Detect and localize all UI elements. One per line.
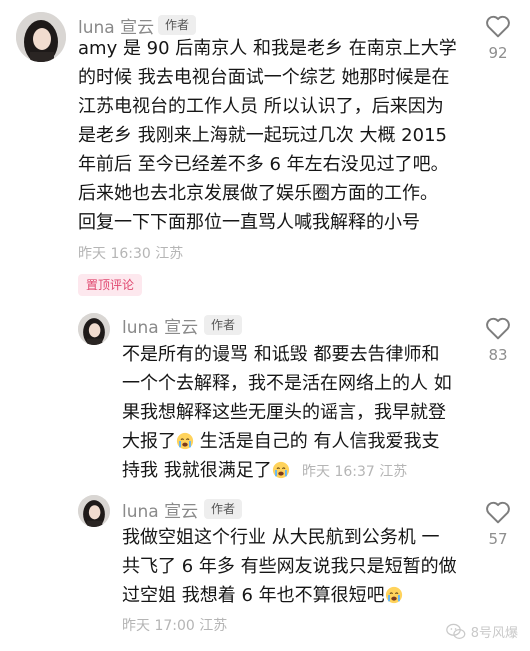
avatar[interactable] <box>78 495 110 527</box>
crying-face-emoji <box>176 432 194 450</box>
comment-line: 我做空姐这个行业 从大民航到公务机 一 <box>122 527 440 548</box>
comment-line: 不是所有的谩骂 和诋毁 都要去告律师和 <box>122 344 440 365</box>
comment-line: 江苏电视台的工作人员 所以认识了，后来因为 <box>78 96 444 117</box>
pinned-tag: 置顶评论 <box>78 274 143 296</box>
heart-outline-icon <box>486 501 510 524</box>
heart-outline-icon <box>486 15 510 38</box>
comment-line: 大报了 <box>122 431 176 452</box>
avatar-photo <box>16 12 66 62</box>
avatar[interactable] <box>16 12 66 62</box>
like-button[interactable]: 83 <box>478 316 518 364</box>
comment-line: 后来她也去北京发展做了娱乐圈方面的工作。 <box>78 183 438 204</box>
author-badge: 作者 <box>204 499 243 519</box>
comment-line: 持我 我就很满足了 <box>122 460 272 481</box>
comment-line: amy 是 90 后南京人 和我是老乡 在南京上大学 <box>78 38 457 59</box>
comment-meta: 昨天 16:37 江苏 <box>302 464 408 480</box>
avatar-photo <box>78 313 110 345</box>
author-name[interactable]: luna 宣云 <box>122 313 198 338</box>
heart-outline-icon <box>486 317 510 340</box>
comment-line: 的时候 我去电视台面试一个综艺 她那时候是在 <box>78 67 450 88</box>
crying-face-emoji <box>272 461 289 479</box>
like-button[interactable]: 92 <box>478 14 518 62</box>
like-count: 83 <box>488 346 508 364</box>
author-badge: 作者 <box>204 315 243 335</box>
like-count: 92 <box>488 44 508 62</box>
comment-line: 回复一下下面那位一直骂人喊我解释的小号 <box>78 212 420 233</box>
comment-text: amy 是 90 后南京人 和我是老乡 在南京上大学 的时候 我去电视台面试一个… <box>78 34 457 237</box>
wechat-icon <box>445 623 466 639</box>
like-button[interactable]: 57 <box>478 500 518 548</box>
comment-line: 果我想解释这些无厘头的谣言，我早就登 <box>122 402 446 423</box>
watermark-text: 8号风爆 <box>470 626 518 641</box>
comment-meta: 昨天 17:00 江苏 <box>122 618 228 634</box>
comment-line: 生活是自己的 有人信我爱我支 <box>194 431 440 452</box>
comment-line: 是老乡 我刚来上海就一起玩过几次 大概 2015 <box>78 125 447 146</box>
comment-line: 一个个去解释，我不是活在网络上的人 如 <box>122 373 452 394</box>
author-name[interactable]: luna 宣云 <box>122 497 198 522</box>
author-badge: 作者 <box>158 15 197 35</box>
comment-meta: 昨天 16:30 江苏 <box>78 246 184 262</box>
avatar[interactable] <box>78 313 110 345</box>
like-count: 57 <box>488 530 508 548</box>
comment-line: 年前后 至今已经差不多 6 年左右没见过了吧。 <box>78 154 449 175</box>
comment-line: 过空姐 我想着 6 年也不算很短吧 <box>122 585 385 606</box>
watermark: 8号风爆 <box>445 622 518 641</box>
avatar-photo <box>78 495 110 527</box>
comment-line: 共飞了 6 年多 有些网友说我只是短暂的做 <box>122 556 457 577</box>
comment-text: 我做空姐这个行业 从大民航到公务机 一 共飞了 6 年多 有些网友说我只是短暂的… <box>122 523 457 610</box>
crying-face-emoji <box>385 586 402 604</box>
